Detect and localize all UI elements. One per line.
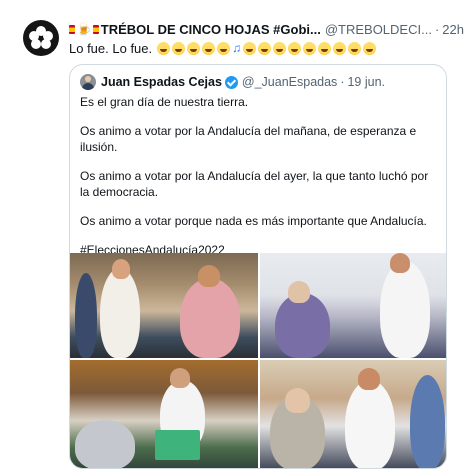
verified-badge-icon <box>224 75 238 89</box>
tweet[interactable]: 🍺 TRÉBOL DE CINCO HOJAS #Gobi... @TREBOL… <box>0 0 470 471</box>
tweet-text: Lo fue. Lo fue. ♫ <box>69 38 464 58</box>
laughing-emoji-icon <box>363 41 377 55</box>
author-avatar[interactable] <box>23 20 59 56</box>
quoted-tweet-header: Juan Espadas Cejas @_JuanEspadas · 19 ju… <box>80 73 385 91</box>
separator-dot: · <box>340 75 345 89</box>
photo-1[interactable] <box>70 253 258 358</box>
quoted-tweet-date[interactable]: 19 jun. <box>347 75 385 89</box>
laughing-emoji-icon <box>217 41 231 55</box>
quoted-tweet-body: Es el gran día de nuestra tierra. Os ani… <box>80 94 440 271</box>
quoted-author-handle[interactable]: @_JuanEspadas <box>242 75 337 89</box>
quoted-paragraph: Os animo a votar por la Andalucía del ma… <box>80 124 417 154</box>
laughing-emoji-icon <box>187 41 201 55</box>
quoted-paragraph: Es el gran día de nuestra tierra. <box>80 95 249 109</box>
quoted-tweet[interactable]: Juan Espadas Cejas @_JuanEspadas · 19 ju… <box>69 64 447 469</box>
quoted-author-name[interactable]: Juan Espadas Cejas <box>101 75 222 89</box>
laughing-emoji-icon <box>202 41 216 55</box>
spain-flag-icon <box>92 24 99 34</box>
laughing-emoji-icon <box>172 41 186 55</box>
tweet-header: 🍺 TRÉBOL DE CINCO HOJAS #Gobi... @TREBOL… <box>69 20 464 38</box>
separator-dot: · <box>434 21 440 37</box>
spain-flag-icon <box>69 24 75 34</box>
emoji-row: ♫ <box>155 41 377 55</box>
tweet-time[interactable]: 22h <box>442 22 464 37</box>
author-handle[interactable]: @TREBOLDECI... <box>325 22 432 37</box>
laughing-emoji-icon <box>258 41 272 55</box>
tweet-text-content: Lo fue. Lo fue. <box>69 40 153 56</box>
laughing-emoji-icon <box>303 41 317 55</box>
quoted-paragraph: Os animo a votar por la Andalucía del ay… <box>80 169 429 199</box>
author-name[interactable]: TRÉBOL DE CINCO HOJAS #Gobi... <box>101 22 321 37</box>
laughing-emoji-icon <box>243 41 257 55</box>
photo-4[interactable] <box>260 360 446 468</box>
photo-grid <box>70 253 446 468</box>
clover-logo-icon <box>29 26 53 49</box>
laughing-emoji-icon <box>318 41 332 55</box>
laughing-emoji-icon <box>157 41 171 55</box>
quoted-paragraph: Os animo a votar porque nada es más impo… <box>80 214 427 228</box>
laughing-emoji-icon <box>333 41 347 55</box>
photo-2[interactable] <box>260 253 446 358</box>
laughing-emoji-icon <box>348 41 362 55</box>
music-note-icon: ♫ <box>232 41 242 55</box>
beer-icon: 🍺 <box>76 22 92 36</box>
laughing-emoji-icon <box>288 41 302 55</box>
laughing-emoji-icon <box>273 41 287 55</box>
quoted-author-avatar[interactable] <box>80 74 96 90</box>
photo-3[interactable] <box>70 360 258 468</box>
